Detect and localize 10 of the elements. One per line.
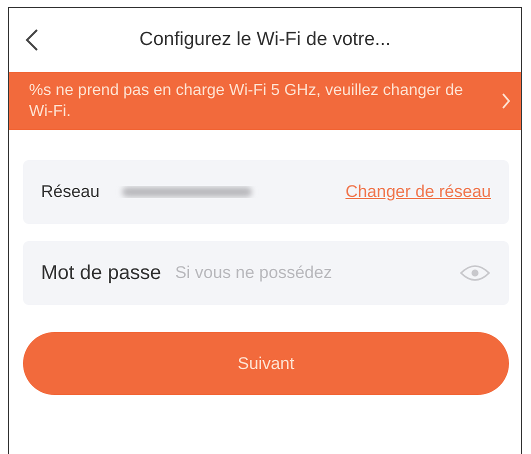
next-button[interactable]: Suivant: [23, 332, 509, 395]
back-icon[interactable]: [25, 28, 39, 52]
warning-text: %s ne prend pas en charge Wi-Fi 5 GHz, veuillez changer de Wi-Fi.: [29, 81, 464, 122]
window-title: Configurez le Wi-Fi de votre...: [138, 29, 392, 51]
field-label: Réseau: [41, 182, 100, 202]
password-input[interactable]: Si vous ne possédez: [175, 263, 445, 283]
field-label: Mot de passe: [41, 262, 162, 284]
change-network-link[interactable]: Changer de réseau: [345, 182, 491, 202]
chevron-right-icon: [501, 92, 511, 110]
warning-banner[interactable]: %s ne prend pas en charge Wi-Fi 5 GHz, veuillez changer de Wi-Fi.: [9, 72, 521, 130]
